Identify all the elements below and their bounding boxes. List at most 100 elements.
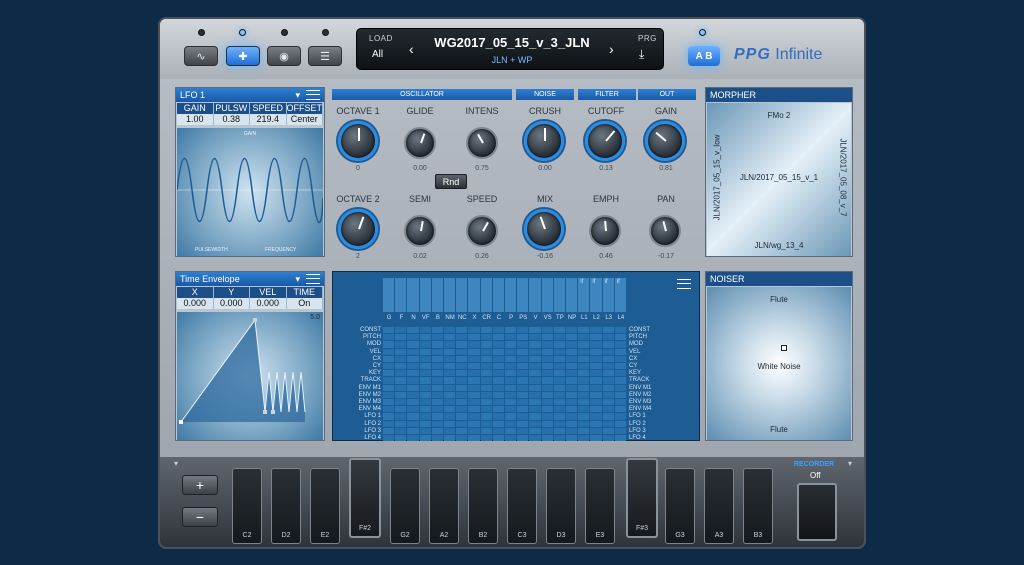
matrix-cell[interactable] <box>517 377 529 384</box>
matrix-cell[interactable] <box>517 413 529 420</box>
matrix-depth-slot[interactable] <box>444 278 456 312</box>
matrix-cell[interactable] <box>444 355 456 362</box>
matrix-cell[interactable] <box>444 327 456 334</box>
lfo-menu-icon[interactable] <box>306 90 320 100</box>
matrix-cell[interactable] <box>541 399 553 406</box>
matrix-depth-slot[interactable] <box>468 278 480 312</box>
env-x-value[interactable]: 0.000 <box>177 298 214 309</box>
intens-knob[interactable] <box>466 127 498 159</box>
matrix-cell[interactable] <box>383 384 395 391</box>
matrix-cell[interactable] <box>456 427 468 434</box>
matrix-cell[interactable] <box>456 391 468 398</box>
matrix-cell[interactable] <box>431 406 443 413</box>
matrix-cell[interactable] <box>468 384 480 391</box>
matrix-cell[interactable] <box>566 406 578 413</box>
matrix-cell[interactable] <box>468 413 480 420</box>
gain-knob[interactable] <box>645 121 685 161</box>
matrix-cell[interactable] <box>431 420 443 427</box>
piano-key-e2[interactable]: E2 <box>310 468 340 544</box>
matrix-cell[interactable] <box>553 355 565 362</box>
matrix-cell[interactable] <box>541 348 553 355</box>
matrix-cell[interactable] <box>456 348 468 355</box>
matrix-cell[interactable] <box>468 377 480 384</box>
matrix-cell[interactable] <box>468 341 480 348</box>
matrix-cell[interactable] <box>590 334 602 341</box>
matrix-depth-slot[interactable] <box>566 278 578 312</box>
matrix-cell[interactable] <box>505 384 517 391</box>
matrix-depth-slot[interactable] <box>383 278 395 312</box>
matrix-cell[interactable] <box>566 327 578 334</box>
piano-key-e3[interactable]: E3 <box>585 468 615 544</box>
morpher-pad[interactable]: FMo 2 JLN/2017_05_15_v_1 JLN/wg_13_4 JLN… <box>707 103 851 256</box>
matrix-cell[interactable] <box>517 406 529 413</box>
matrix-cell[interactable] <box>529 327 541 334</box>
matrix-cell[interactable] <box>419 327 431 334</box>
matrix-cell[interactable] <box>468 435 480 442</box>
matrix-cell[interactable] <box>492 355 504 362</box>
matrix-cell[interactable] <box>431 348 443 355</box>
matrix-cell[interactable] <box>578 370 590 377</box>
emph-knob[interactable] <box>589 215 621 247</box>
matrix-cell[interactable] <box>383 427 395 434</box>
matrix-cell[interactable] <box>553 370 565 377</box>
matrix-cell[interactable] <box>407 413 419 420</box>
matrix-cell[interactable] <box>505 334 517 341</box>
ab-compare-button[interactable]: A B <box>688 46 720 66</box>
matrix-depth-slot[interactable] <box>431 278 443 312</box>
matrix-cell[interactable] <box>578 348 590 355</box>
matrix-cell[interactable] <box>480 370 492 377</box>
matrix-cell[interactable] <box>431 341 443 348</box>
matrix-cell[interactable] <box>468 427 480 434</box>
matrix-cell[interactable] <box>529 427 541 434</box>
matrix-cell[interactable] <box>395 377 407 384</box>
matrix-cell[interactable] <box>517 341 529 348</box>
matrix-cell[interactable] <box>541 413 553 420</box>
matrix-cell[interactable] <box>541 327 553 334</box>
matrix-cell[interactable] <box>602 406 614 413</box>
matrix-cell[interactable] <box>553 348 565 355</box>
matrix-cell[interactable] <box>492 413 504 420</box>
matrix-cell[interactable] <box>590 406 602 413</box>
matrix-cell[interactable] <box>468 370 480 377</box>
matrix-cell[interactable] <box>395 348 407 355</box>
matrix-cell[interactable] <box>492 384 504 391</box>
matrix-cell[interactable] <box>395 327 407 334</box>
matrix-cell[interactable] <box>444 348 456 355</box>
matrix-cell[interactable] <box>566 377 578 384</box>
menu-button[interactable]: ☰ <box>308 46 342 66</box>
piano-key-a3[interactable]: A3 <box>704 468 734 544</box>
matrix-cell[interactable] <box>541 406 553 413</box>
matrix-depth-slot[interactable] <box>395 278 407 312</box>
matrix-cell[interactable] <box>431 435 443 442</box>
matrix-cell[interactable] <box>419 377 431 384</box>
matrix-cell[interactable] <box>395 435 407 442</box>
matrix-cell[interactable] <box>456 399 468 406</box>
matrix-cell[interactable] <box>407 377 419 384</box>
matrix-cell[interactable] <box>602 427 614 434</box>
matrix-cell[interactable] <box>553 435 565 442</box>
piano-key-d2[interactable]: D2 <box>271 468 301 544</box>
matrix-cell[interactable] <box>517 427 529 434</box>
matrix-cell[interactable] <box>602 355 614 362</box>
matrix-cell[interactable] <box>602 413 614 420</box>
noiser-pad[interactable]: Flute White Noise Flute <box>707 287 851 440</box>
matrix-cell[interactable] <box>614 427 626 434</box>
matrix-cell[interactable] <box>480 341 492 348</box>
matrix-cell[interactable] <box>468 363 480 370</box>
matrix-cell[interactable] <box>383 413 395 420</box>
matrix-cell[interactable] <box>395 427 407 434</box>
matrix-cell[interactable] <box>444 420 456 427</box>
matrix-cell[interactable] <box>407 370 419 377</box>
lfo-gain-value[interactable]: 1.00 <box>177 114 214 125</box>
matrix-cell[interactable] <box>505 370 517 377</box>
matrix-cell[interactable] <box>505 341 517 348</box>
matrix-cell[interactable] <box>505 377 517 384</box>
matrix-cell[interactable] <box>541 334 553 341</box>
matrix-cell[interactable] <box>431 413 443 420</box>
matrix-cell[interactable] <box>383 399 395 406</box>
lfo-offset-value[interactable]: Center <box>286 114 323 125</box>
matrix-cell[interactable] <box>614 406 626 413</box>
envelope-menu-icon[interactable] <box>306 274 320 284</box>
matrix-cell[interactable] <box>492 348 504 355</box>
matrix-cell[interactable] <box>480 334 492 341</box>
